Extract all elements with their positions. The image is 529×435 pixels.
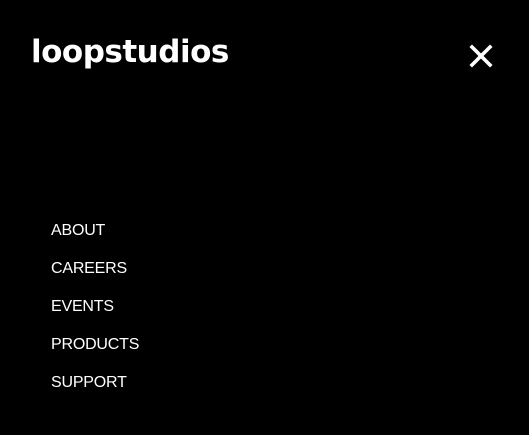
nav-item-support[interactable]: SUPPORT: [51, 371, 139, 409]
nav-item-careers[interactable]: CAREERS: [51, 257, 139, 295]
nav-item-products[interactable]: PRODUCTS: [51, 333, 139, 371]
nav-item-about[interactable]: ABOUT: [51, 219, 139, 257]
close-icon: [469, 44, 493, 68]
nav-item-events[interactable]: EVENTS: [51, 295, 139, 333]
mobile-nav-menu: ABOUT CAREERS EVENTS PRODUCTS SUPPORT: [51, 219, 139, 409]
close-menu-button[interactable]: [467, 42, 495, 70]
logo[interactable]: loopstudios: [31, 32, 229, 72]
mobile-menu-header: loopstudios: [0, 0, 529, 110]
